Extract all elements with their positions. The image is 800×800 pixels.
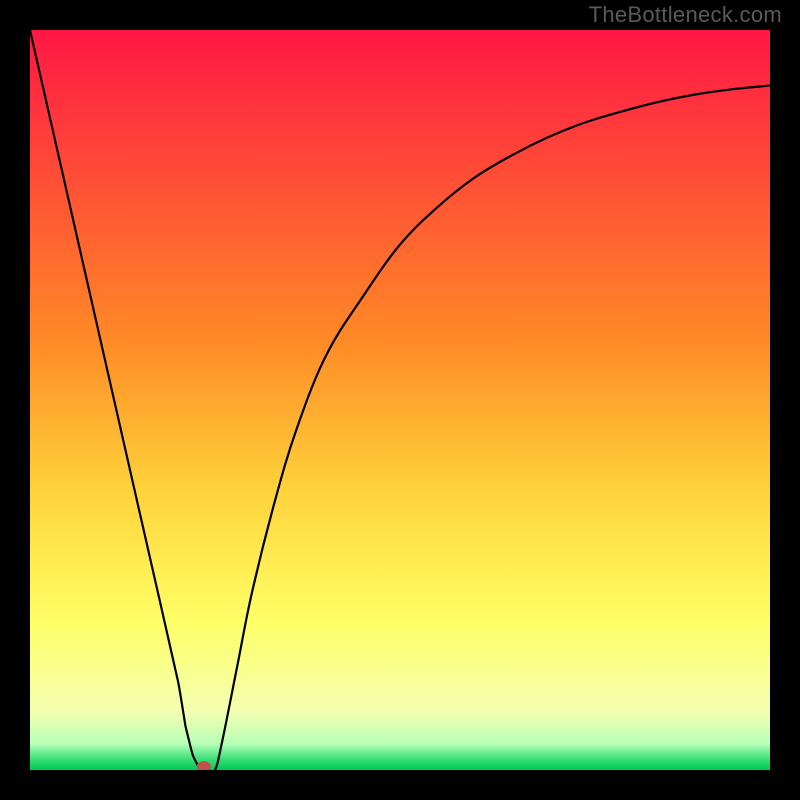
gradient-background bbox=[30, 30, 770, 770]
plot-area bbox=[30, 30, 770, 770]
watermark-text: TheBottleneck.com bbox=[589, 2, 782, 28]
chart-svg bbox=[30, 30, 770, 770]
chart-frame: TheBottleneck.com bbox=[0, 0, 800, 800]
